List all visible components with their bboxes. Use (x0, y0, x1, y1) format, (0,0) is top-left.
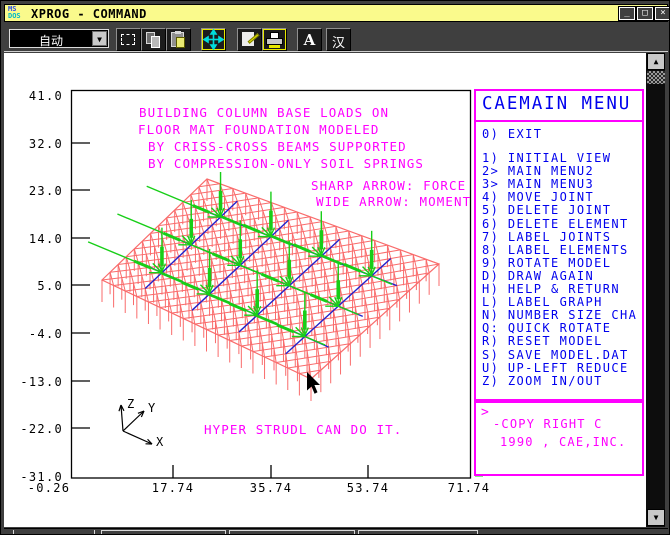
msdos-icon-text-bottom: DOS (8, 13, 28, 20)
x-axis-tick-label: 53.74 (338, 481, 398, 495)
chevron-down-icon[interactable]: ▼ (92, 31, 107, 46)
x-axis-tick-label: 35.74 (241, 481, 301, 495)
triad-label-y: Y (148, 401, 155, 415)
font-button[interactable]: A (297, 28, 322, 51)
input-mode-dropdown[interactable]: 自动 ▼ (9, 29, 109, 48)
y-axis-tick-label: -13.0 (13, 375, 63, 389)
msdos-app-icon[interactable]: MS DOS (8, 6, 28, 21)
paste-button[interactable] (166, 28, 191, 51)
toolbar: 自动 ▼ (4, 23, 668, 52)
printer-tray-icon (269, 45, 280, 48)
pan-fit-button[interactable] (201, 28, 226, 51)
menu-item[interactable]: 9) ROTATE MODEL (482, 257, 637, 270)
plot-title-line-4: BY COMPRESSION-ONLY SOIL SPRINGS (148, 156, 424, 171)
menu-item[interactable]: 8) LABEL ELEMENTS (482, 244, 637, 257)
printer-icon (266, 38, 283, 45)
legend-force: SHARP ARROW: FORCE (311, 178, 466, 193)
bottombar-segment[interactable] (229, 530, 355, 535)
menu-item[interactable]: 0) EXIT (482, 128, 637, 141)
triad-label-z: Z (127, 397, 134, 411)
menu-item[interactable]: 5) DELETE JOINT (482, 204, 637, 217)
y-axis-tick-label: 5.0 (13, 279, 63, 293)
paste-icon-sheet (176, 37, 185, 48)
menu-item[interactable]: Z) ZOOM IN/OUT (482, 375, 637, 388)
cross-arrows-icon (202, 29, 225, 50)
y-axis-tick-label: 41.0 (13, 89, 63, 103)
bottom-status-bar[interactable] (4, 528, 668, 535)
menu-item-list: 0) EXIT1) INITIAL VIEW2> MAIN MENU23> MA… (482, 128, 637, 388)
maximize-button[interactable]: □ (637, 7, 653, 20)
bottombar-segment[interactable] (101, 530, 226, 535)
copyright-line-2: 1990 , CAE,INC. (500, 435, 626, 449)
y-axis-tick-label: -22.0 (13, 422, 63, 436)
chinese-input-button[interactable]: 汉 (326, 28, 351, 51)
menu-title: CAEMAIN MENU (482, 94, 631, 114)
y-axis-tick-label: 32.0 (13, 137, 63, 151)
y-axis-tick-label: 23.0 (13, 184, 63, 198)
command-prompt: > (481, 405, 489, 420)
print-button[interactable] (262, 28, 287, 51)
menu-item[interactable]: U) UP-LEFT REDUCE (482, 362, 637, 375)
edit-properties-button[interactable] (237, 28, 262, 51)
scrollbar-thumb[interactable] (647, 71, 665, 84)
menu-divider (474, 120, 644, 122)
plot-title-line-3: BY CRISS-CROSS BEAMS SUPPORTED (148, 139, 407, 154)
input-mode-value: 自动 (10, 32, 92, 49)
menu-item[interactable]: 7) LABEL JOINTS (482, 231, 637, 244)
bottombar-segment[interactable] (358, 530, 478, 535)
close-button[interactable]: × (655, 7, 670, 20)
menu-item[interactable]: S) SAVE MODEL.DAT (482, 349, 637, 362)
y-axis-tick-label: 14.0 (13, 232, 63, 246)
legend-moment: WIDE ARROW: MOMENT (316, 194, 471, 209)
x-axis-tick-label: 71.74 (439, 481, 499, 495)
copy-button[interactable] (141, 28, 166, 51)
menu-item[interactable]: R) RESET MODEL (482, 335, 637, 348)
plot-title-line-2: FLOOR MAT FOUNDATION MODELED (138, 122, 380, 137)
letter-a-icon: A (298, 31, 321, 49)
marquee-select-button[interactable] (116, 28, 141, 51)
app-window: MS DOS XPROG - COMMAND _ □ × 自动 ▼ (0, 0, 670, 535)
scroll-up-button[interactable]: ▲ (647, 53, 665, 70)
plot-title-line-1: BUILDING COLUMN BASE LOADS ON (139, 105, 389, 120)
copyright-line-1: -COPY RIGHT C (493, 417, 603, 431)
plot-caption: HYPER STRUDL CAN DO IT. (204, 422, 402, 437)
scroll-down-button[interactable]: ▼ (647, 509, 665, 526)
bottombar-divider (94, 530, 95, 535)
minimize-button[interactable]: _ (619, 7, 635, 20)
vertical-scrollbar[interactable]: ▲ ▼ (645, 53, 665, 527)
copy-icon-front (151, 36, 160, 48)
window-title: XPROG - COMMAND (31, 7, 147, 21)
menu-item[interactable]: 6) DELETE ELEMENT (482, 218, 637, 231)
title-bar: MS DOS XPROG - COMMAND _ □ × (4, 4, 668, 22)
marquee-icon (121, 34, 135, 45)
triad-label-x: X (156, 435, 163, 449)
x-axis-tick-label: 17.74 (143, 481, 203, 495)
y-axis-tick-label: -4.0 (13, 327, 63, 341)
x-axis-tick-label: -0.26 (19, 481, 79, 495)
bottombar-divider (13, 530, 14, 535)
paste-icon-tab (175, 31, 181, 34)
chinese-character-icon: 汉 (327, 32, 350, 51)
